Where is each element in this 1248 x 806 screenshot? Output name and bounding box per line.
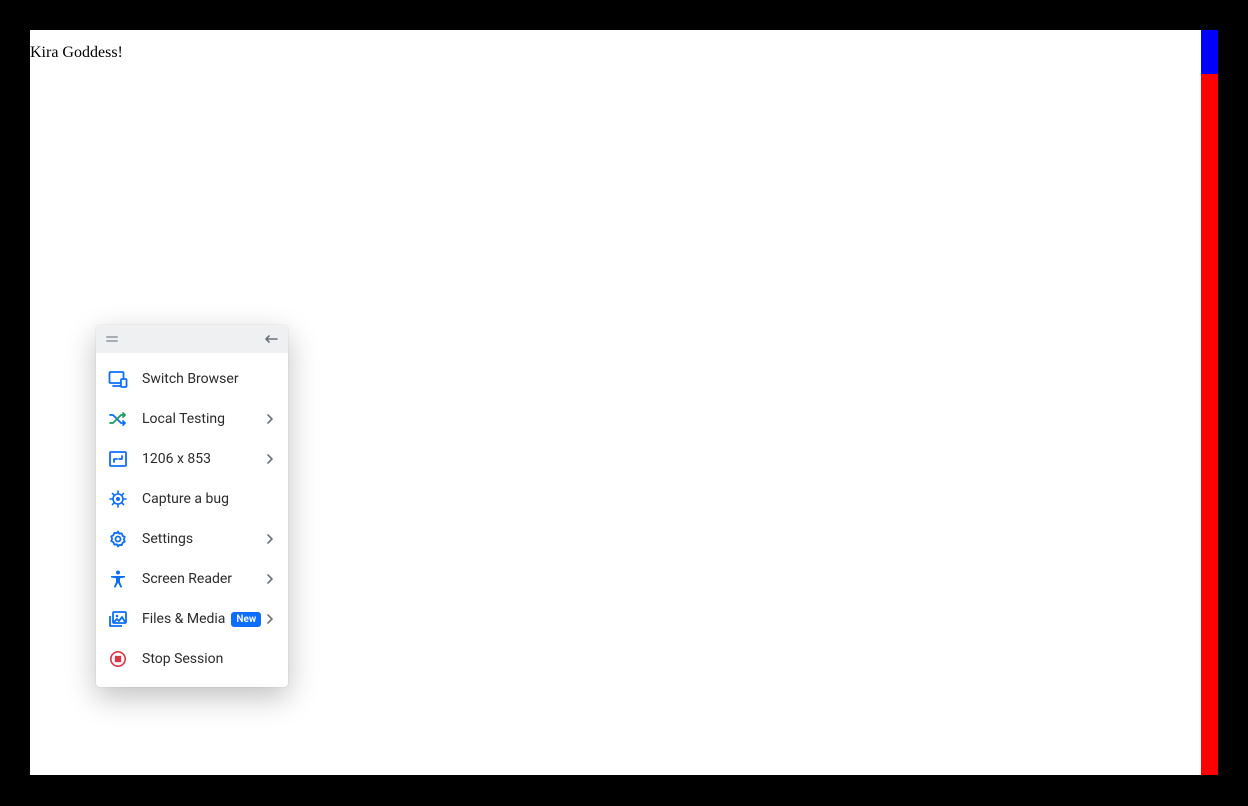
chevron-right-icon	[264, 573, 276, 585]
menu-label: Settings	[142, 531, 264, 547]
menu-label: Switch Browser	[142, 371, 276, 387]
menu-item-capture-bug[interactable]: Capture a bug	[96, 479, 288, 519]
menu-label: Local Testing	[142, 411, 264, 427]
viewport: Kira Goddess!	[30, 30, 1218, 775]
menu-item-screen-reader[interactable]: Screen Reader	[96, 559, 288, 599]
chevron-right-icon	[264, 533, 276, 545]
new-badge: New	[231, 612, 261, 627]
menu-item-stop-session[interactable]: Stop Session	[96, 639, 288, 679]
menu-item-files-media[interactable]: Files & Media New	[96, 599, 288, 639]
page-title: Kira Goddess!	[30, 44, 123, 62]
accessibility-icon	[108, 569, 128, 589]
browser-icon	[108, 369, 128, 389]
collapse-icon[interactable]	[264, 333, 278, 345]
panel-menu: Switch Browser Local Testing	[96, 353, 288, 687]
chevron-right-icon	[264, 453, 276, 465]
menu-label: Stop Session	[142, 651, 276, 667]
bug-icon	[108, 489, 128, 509]
menu-item-resolution[interactable]: 1206 x 853	[96, 439, 288, 479]
menu-label: 1206 x 853	[142, 451, 264, 467]
resize-icon	[108, 449, 128, 469]
menu-item-local-testing[interactable]: Local Testing	[96, 399, 288, 439]
menu-item-switch-browser[interactable]: Switch Browser	[96, 359, 288, 399]
right-bar-blue	[1201, 30, 1218, 74]
media-icon	[108, 609, 128, 629]
gear-icon	[108, 529, 128, 549]
panel-header[interactable]	[96, 325, 288, 353]
menu-label: Capture a bug	[142, 491, 276, 507]
menu-label: Screen Reader	[142, 571, 264, 587]
right-bar-red	[1201, 74, 1218, 775]
drag-handle-icon[interactable]	[106, 336, 118, 342]
shuffle-icon	[108, 409, 128, 429]
chevron-right-icon	[264, 613, 276, 625]
control-panel: Switch Browser Local Testing	[96, 325, 288, 687]
menu-label: Files & Media	[142, 611, 225, 627]
menu-item-settings[interactable]: Settings	[96, 519, 288, 559]
stop-icon	[108, 649, 128, 669]
chevron-right-icon	[264, 413, 276, 425]
